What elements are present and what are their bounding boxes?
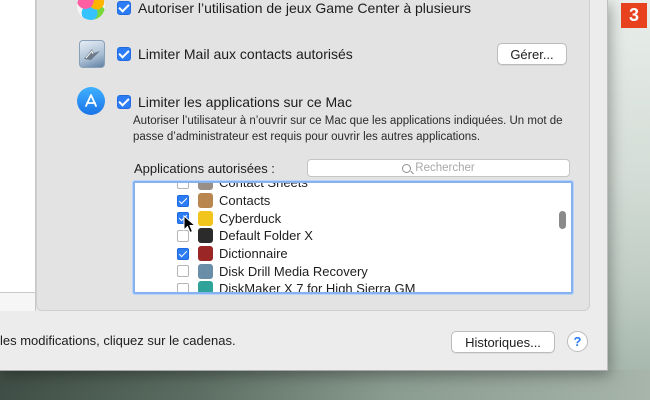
apps-label: Limiter les applications sur ce Mac [138,94,352,110]
manage-contacts-button[interactable]: Gérer... [497,43,567,65]
contacts-icon [198,193,213,209]
list-item[interactable]: DiskMaker X 7 for High Sierra GM [135,280,571,294]
cyberduck-icon [198,210,213,226]
apps-option[interactable]: Limiter les applications sur ce Mac [117,94,352,110]
help-button[interactable]: ? [567,331,588,352]
app-store-icon [77,87,105,115]
game-center-checkbox[interactable] [117,1,131,15]
mail-row [79,40,105,68]
app-checkbox[interactable] [177,194,189,207]
search-icon [402,163,412,173]
app-name: DiskMaker X 7 for High Sierra GM [219,281,416,294]
search-input[interactable]: Rechercher [307,159,570,177]
list-scrollbar[interactable] [559,211,566,229]
default-folder-icon [198,228,213,244]
allowed-apps-list-inner: Contact Sheets Contacts Cyberduck Default F… [135,181,571,294]
list-item[interactable]: Contacts [135,192,571,210]
game-center-option[interactable]: Autoriser l’utilisation de jeux Game Cen… [117,0,471,16]
app-name: Contacts [219,193,271,209]
mouse-pointer-icon [183,215,197,234]
disk-drill-icon [198,263,213,279]
app-checkbox[interactable] [177,265,189,278]
dictionary-icon [198,246,213,262]
allowed-apps-label: Applications autorisées : [134,161,275,176]
desktop-wallpaper [608,0,650,400]
game-center-row [77,0,105,20]
mail-option[interactable]: Limiter Mail aux contacts autorisés [117,46,353,62]
allowed-apps-list[interactable]: Contact Sheets Contacts Cyberduck Default F… [133,181,573,294]
app-name: Default Folder X [219,228,313,244]
apps-checkbox[interactable] [117,95,131,109]
list-item[interactable]: Default Folder X [135,227,571,245]
app-name: Disk Drill Media Recovery [219,263,368,279]
mail-label: Limiter Mail aux contacts autorisés [138,46,353,62]
app-name: Contact Sheets [219,181,308,191]
lock-hint-text: les modifications, cliquez sur le cadena… [0,333,236,348]
app-checkbox[interactable] [177,282,189,292]
mail-checkbox[interactable] [117,47,131,61]
game-center-label: Autoriser l’utilisation de jeux Game Cen… [138,0,472,16]
diskmaker-icon [198,281,213,292]
app-name: Dictionnaire [219,246,288,262]
apps-row [77,87,105,115]
app-checkbox[interactable] [177,247,189,260]
contact-sheets-icon [198,183,213,191]
desktop-wallpaper-bottom [0,370,650,400]
list-item[interactable]: Disk Drill Media Recovery [135,262,571,280]
list-item[interactable]: Dictionnaire [135,245,571,263]
app-name: Cyberduck [219,210,282,226]
list-item[interactable]: Contact Sheets [135,181,571,192]
app-checkbox[interactable] [177,183,189,189]
history-button[interactable]: Historiques... [451,331,555,353]
sidebar-footer [0,292,36,311]
search-placeholder: Rechercher [415,162,475,174]
game-center-icon [77,0,105,20]
parental-controls-window: Autoriser l’utilisation de jeux Game Cen… [0,0,608,371]
user-sidebar[interactable] [0,0,36,311]
step-number-badge: 3 [621,3,647,28]
list-item[interactable]: Cyberduck [135,209,571,227]
mail-icon [79,40,105,68]
apps-description: Autoriser l’utilisateur à n’ouvrir sur c… [133,115,563,143]
